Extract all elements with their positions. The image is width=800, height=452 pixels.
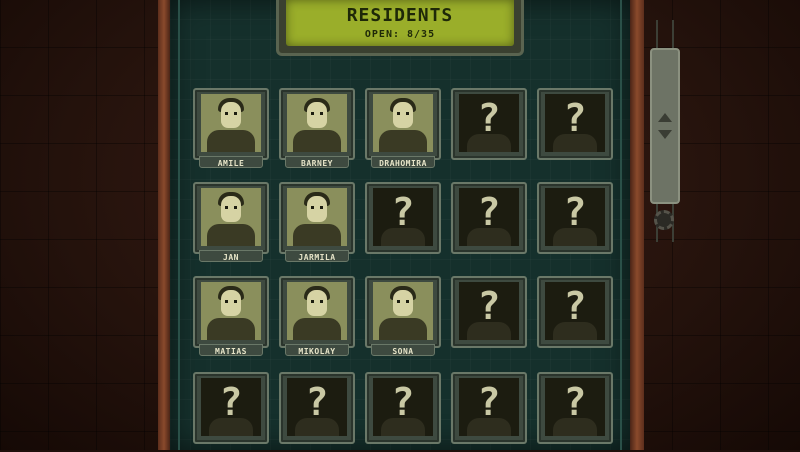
resident-name: SONA — [392, 347, 414, 356]
resident-card[interactable]: JARMILA — [279, 182, 355, 262]
resident-portrait — [201, 188, 261, 246]
resident-card[interactable]: BARNEY — [279, 88, 355, 168]
portrait-eyes — [225, 206, 237, 209]
resident-card[interactable]: ? — [537, 88, 613, 168]
resident-card[interactable]: AMILE — [193, 88, 269, 168]
gear-icon — [654, 210, 674, 230]
question-mark-icon: ? — [477, 190, 501, 234]
portrait-eyes — [311, 206, 323, 209]
portrait-body — [207, 318, 255, 340]
question-mark-icon: ? — [563, 190, 587, 234]
left-frame — [158, 0, 170, 450]
question-mark-icon: ? — [563, 284, 587, 328]
portrait-body — [207, 224, 255, 246]
locked-portrait: ? — [545, 188, 605, 246]
locked-portrait: ? — [287, 378, 347, 436]
locked-portrait: ? — [545, 94, 605, 152]
portrait-head — [221, 196, 241, 222]
question-mark-icon: ? — [219, 380, 243, 424]
portrait-body — [293, 318, 341, 340]
portrait-eyes — [225, 300, 237, 303]
locked-portrait: ? — [545, 378, 605, 436]
resident-card[interactable]: ? — [451, 276, 527, 356]
resident-name: JAN — [223, 253, 239, 262]
question-mark-icon: ? — [477, 284, 501, 328]
portrait-head — [221, 102, 241, 128]
page-title: RESIDENTS — [346, 5, 454, 26]
locked-portrait: ? — [545, 282, 605, 340]
resident-portrait — [287, 282, 347, 340]
portrait-body — [293, 224, 341, 246]
resident-portrait — [373, 282, 433, 340]
resident-card[interactable]: MATIAS — [193, 276, 269, 356]
resident-card[interactable]: ? — [451, 182, 527, 262]
portrait-body — [293, 130, 341, 152]
locked-portrait: ? — [459, 94, 519, 152]
resident-card[interactable]: ? — [279, 372, 355, 452]
resident-card[interactable]: SONA — [365, 276, 441, 356]
resident-card[interactable]: ? — [451, 88, 527, 168]
resident-portrait — [201, 94, 261, 152]
resident-card[interactable]: DRAHOMIRA — [365, 88, 441, 168]
portrait-eyes — [311, 300, 323, 303]
resident-name: MATIAS — [215, 347, 247, 356]
portrait-head — [307, 102, 327, 128]
resident-card[interactable]: ? — [537, 276, 613, 356]
portrait-body — [379, 130, 427, 152]
scrollbar[interactable] — [650, 48, 680, 204]
locked-portrait: ? — [373, 378, 433, 436]
portrait-head — [393, 102, 413, 128]
portrait-body — [207, 130, 255, 152]
resident-portrait — [287, 94, 347, 152]
locked-portrait: ? — [201, 378, 261, 436]
portrait-eyes — [397, 300, 409, 303]
open-counter: OPEN: 8/35 — [364, 29, 436, 40]
resident-portrait — [287, 188, 347, 246]
resident-name: BARNEY — [301, 159, 333, 168]
question-mark-icon: ? — [391, 190, 415, 234]
resident-card[interactable]: ? — [365, 372, 441, 452]
portrait-eyes — [225, 112, 237, 115]
portrait-body — [379, 318, 427, 340]
resident-name: AMILE — [217, 159, 245, 168]
resident-card[interactable]: ? — [537, 182, 613, 262]
locked-portrait: ? — [459, 282, 519, 340]
scroll-down-icon[interactable] — [658, 130, 672, 139]
portrait-eyes — [311, 112, 323, 115]
resident-card[interactable]: ? — [451, 372, 527, 452]
resident-portrait — [201, 282, 261, 340]
question-mark-icon: ? — [477, 96, 501, 140]
question-mark-icon: ? — [477, 380, 501, 424]
portrait-eyes — [397, 112, 409, 115]
question-mark-icon: ? — [563, 96, 587, 140]
portrait-head — [307, 196, 327, 222]
locked-portrait: ? — [459, 188, 519, 246]
resident-portrait — [373, 94, 433, 152]
resident-card[interactable]: MIKOLAY — [279, 276, 355, 356]
portrait-head — [221, 290, 241, 316]
resident-card[interactable]: JAN — [193, 182, 269, 262]
question-mark-icon: ? — [305, 380, 329, 424]
resident-name: DRAHOMIRA — [379, 159, 427, 168]
question-mark-icon: ? — [563, 380, 587, 424]
resident-card[interactable]: ? — [365, 182, 441, 262]
portrait-head — [307, 290, 327, 316]
right-frame — [630, 0, 644, 450]
locked-portrait: ? — [459, 378, 519, 436]
portrait-head — [393, 290, 413, 316]
resident-name: JARMILA — [298, 253, 336, 262]
question-mark-icon: ? — [391, 380, 415, 424]
resident-card[interactable]: ? — [537, 372, 613, 452]
locked-portrait: ? — [373, 188, 433, 246]
resident-name: MIKOLAY — [298, 347, 336, 356]
scroll-up-icon[interactable] — [658, 113, 672, 122]
resident-card[interactable]: ? — [193, 372, 269, 452]
